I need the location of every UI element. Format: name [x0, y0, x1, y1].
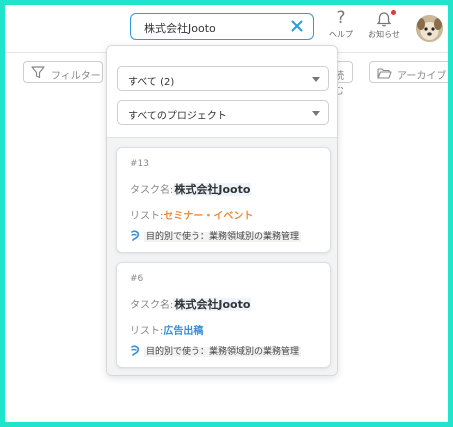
user-avatar[interactable] — [416, 15, 443, 42]
filter-button[interactable]: フィルター — [23, 61, 103, 83]
status-select[interactable]: すべて (2) — [117, 66, 329, 91]
task-number: #13 — [130, 159, 149, 169]
project-name: 目的別で使う：業務領域別の業務管理 — [144, 347, 302, 357]
archive-button[interactable]: アーカイブ — [369, 61, 448, 83]
app-window: 株式会社Jooto ? ヘルプ お知らせ フィルター 読む アーカイブ すべて … — [5, 5, 448, 422]
filter-label: フィルター — [51, 71, 101, 82]
project-select-value: すべてのプロジェクト — [128, 111, 227, 122]
chevron-down-icon — [312, 77, 320, 82]
list-row: リスト:広告出稿 — [130, 322, 203, 337]
list-name: セミナー・イベント — [163, 211, 254, 222]
filter-icon — [31, 66, 45, 82]
task-name: 株式会社Jooto — [173, 183, 252, 196]
list-name: 広告出稿 — [163, 326, 204, 337]
project-name: 目的別で使う：業務領域別の業務管理 — [144, 232, 302, 242]
project-icon — [130, 345, 140, 359]
project-row: 目的別で使う：業務領域別の業務管理 — [130, 229, 302, 244]
help-button[interactable]: ? ヘルプ — [328, 9, 354, 40]
task-name-row: タスク名:株式会社Jooto — [130, 296, 252, 312]
bell-icon — [376, 10, 396, 28]
task-name-prefix: タスク名: — [130, 185, 174, 196]
task-number: #6 — [130, 274, 144, 284]
help-label: ヘルプ — [329, 30, 353, 39]
list-row: リスト:セミナー・イベント — [130, 207, 253, 222]
chevron-down-icon — [312, 111, 320, 116]
task-name: 株式会社Jooto — [173, 298, 252, 311]
task-name-row: タスク名:株式会社Jooto — [130, 181, 252, 197]
notice-label: お知らせ — [368, 30, 400, 39]
search-value: 株式会社Jooto — [144, 22, 216, 35]
project-row: 目的別で使う：業務領域別の業務管理 — [130, 344, 302, 359]
archive-label: アーカイブ — [397, 71, 447, 82]
result-card[interactable]: #6 タスク名:株式会社Jooto リスト:広告出稿 目的別で使う：業務領域別の… — [116, 262, 331, 368]
status-select-value: すべて (2) — [128, 77, 175, 88]
dropdown-filters: すべて (2) すべてのプロジェクト — [107, 46, 337, 138]
search-input[interactable]: 株式会社Jooto — [130, 13, 314, 40]
folder-icon — [377, 67, 392, 82]
notifications-button[interactable]: お知らせ — [364, 10, 404, 40]
list-prefix: リスト: — [130, 211, 164, 222]
notification-badge — [391, 10, 396, 15]
list-prefix: リスト: — [130, 326, 164, 337]
project-select[interactable]: すべてのプロジェクト — [117, 100, 329, 125]
search-results-dropdown: すべて (2) すべてのプロジェクト #13 タスク名:株式会社Jooto リス… — [106, 45, 338, 376]
project-icon — [130, 230, 140, 244]
clear-search-icon[interactable] — [289, 18, 305, 34]
help-icon: ? — [336, 8, 346, 28]
result-card[interactable]: #13 タスク名:株式会社Jooto リスト:セミナー・イベント 目的別で使う：… — [116, 147, 331, 253]
task-name-prefix: タスク名: — [130, 300, 174, 311]
results-list: #13 タスク名:株式会社Jooto リスト:セミナー・イベント 目的別で使う：… — [107, 138, 337, 375]
